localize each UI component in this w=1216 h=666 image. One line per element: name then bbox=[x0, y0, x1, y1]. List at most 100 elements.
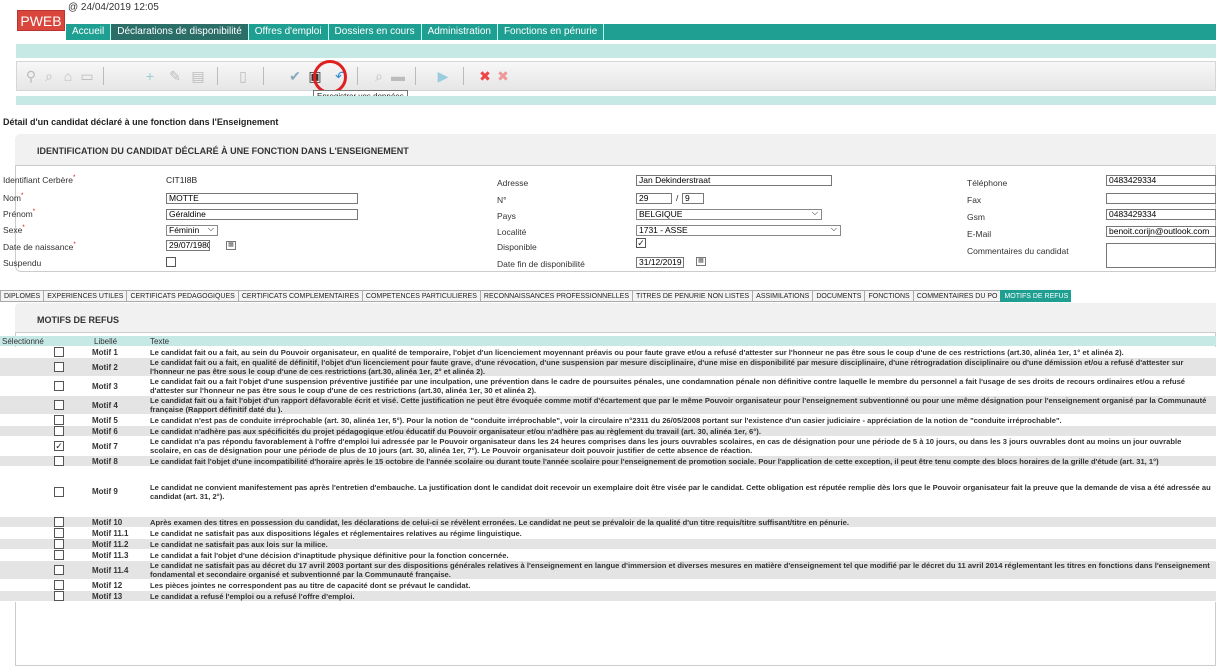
motif-text: Le candidat a refusé l'emploi ou a refus… bbox=[150, 591, 355, 601]
gsm-field[interactable]: 0483429334 bbox=[1106, 209, 1216, 220]
close-icon[interactable]: ✖ bbox=[477, 68, 493, 84]
search-icon[interactable]: ⌕ bbox=[41, 68, 57, 84]
tab-diplomes[interactable]: DIPLOMES bbox=[0, 290, 44, 302]
binoculars-icon[interactable]: ⚲ bbox=[23, 68, 39, 84]
document-icon[interactable]: ▭ bbox=[79, 68, 95, 84]
label-suspendu: Suspendu bbox=[3, 258, 42, 268]
motif-label: Motif 12 bbox=[92, 580, 123, 590]
boite-field[interactable]: 9 bbox=[682, 193, 704, 204]
table-row: Motif 6 Le candidat n'adhère pas aux spéc… bbox=[0, 426, 1216, 437]
fax-field[interactable] bbox=[1106, 193, 1216, 204]
table-row: Motif 11.3 Le candidat a fait l'objet d'u… bbox=[0, 550, 1216, 561]
motif-checkbox[interactable] bbox=[54, 517, 64, 527]
tab-certificats-complementaires[interactable]: CERTIFICATS COMPLEMENTAIRES bbox=[237, 290, 362, 302]
naissance-field[interactable]: 29/07/1980 bbox=[166, 240, 210, 251]
motif-checkbox[interactable]: ✓ bbox=[54, 441, 64, 451]
app-logo[interactable]: PWEB bbox=[17, 10, 65, 31]
label-fin-dispo: Date fin de disponibilité bbox=[497, 259, 585, 269]
toolbar-separator bbox=[357, 67, 358, 85]
label-sexe: Sexe* bbox=[3, 225, 25, 235]
prenom-field[interactable]: Géraldine bbox=[166, 209, 358, 220]
adresse-field[interactable]: Jan Dekinderstraat bbox=[636, 175, 832, 186]
fin-dispo-field[interactable]: 31/12/2019 bbox=[636, 257, 684, 268]
motif-checkbox[interactable] bbox=[54, 539, 64, 549]
sexe-select[interactable]: Féminin bbox=[166, 225, 218, 236]
row-select-cell bbox=[0, 415, 92, 425]
motif-checkbox[interactable] bbox=[54, 456, 64, 466]
nav-declarations[interactable]: Déclarations de disponibilité bbox=[111, 24, 249, 40]
motif-text: Le candidat n'est pas de conduite irrépr… bbox=[150, 415, 1062, 425]
motif-checkbox[interactable] bbox=[54, 415, 64, 425]
disponible-checkbox[interactable]: ✓ bbox=[636, 238, 646, 248]
add-icon[interactable]: + bbox=[142, 68, 158, 84]
delete-icon[interactable]: ▯ bbox=[235, 68, 251, 84]
motif-checkbox[interactable] bbox=[54, 426, 64, 436]
nav-fonctions-penurie[interactable]: Fonctions en pénurie bbox=[498, 24, 605, 40]
motif-checkbox[interactable] bbox=[54, 528, 64, 538]
commentaires-field[interactable] bbox=[1106, 243, 1216, 268]
tab-titres-penurie[interactable]: TITRES DE PENURIE NON LISTES bbox=[631, 290, 753, 302]
suspendu-checkbox[interactable] bbox=[166, 257, 176, 267]
motif-label: Motif 11.3 bbox=[92, 550, 129, 560]
table-row: Motif 1 Le candidat fait ou a fait, au se… bbox=[0, 347, 1216, 358]
motif-label: Motif 1 bbox=[92, 347, 118, 357]
nom-field[interactable]: MOTTE bbox=[166, 193, 358, 204]
label-prenom: Prénom* bbox=[3, 209, 36, 219]
motif-checkbox[interactable] bbox=[54, 580, 64, 590]
tab-commentaires-po[interactable]: COMMENTAIRES DU PO bbox=[912, 290, 1001, 302]
home-icon[interactable]: ⌂ bbox=[60, 68, 76, 84]
tab-competences[interactable]: COMPETENCES PARTICULIERES bbox=[361, 290, 480, 302]
motif-label: Motif 11.4 bbox=[92, 565, 129, 575]
nav-administration[interactable]: Administration bbox=[422, 24, 498, 40]
nav-offres[interactable]: Offres d'emploi bbox=[249, 24, 329, 40]
tab-assimilations[interactable]: ASSIMILATIONS bbox=[752, 290, 813, 302]
motif-text: Le candidat ne convient manifestement pa… bbox=[150, 482, 1211, 501]
pays-select[interactable]: BELGIQUE bbox=[636, 209, 822, 220]
nav-accueil[interactable]: Accueil bbox=[66, 24, 112, 40]
row-select-cell bbox=[0, 426, 92, 436]
row-select-cell bbox=[0, 486, 92, 497]
motif-checkbox[interactable] bbox=[54, 486, 64, 497]
tab-certificats-pedagogiques[interactable]: CERTIFICATS PEDAGOGIQUES bbox=[126, 290, 238, 302]
motif-checkbox[interactable] bbox=[54, 347, 64, 357]
content-band bbox=[16, 96, 1216, 105]
tab-reconnaissances[interactable]: RECONNAISSANCES PROFESSIONNELLES bbox=[479, 290, 632, 302]
check-icon[interactable]: ✔ bbox=[287, 68, 303, 84]
numero-separator: / bbox=[676, 193, 679, 203]
motif-label: Motif 9 bbox=[92, 487, 118, 496]
nav-dossiers[interactable]: Dossiers en cours bbox=[329, 24, 422, 40]
tab-motifs-refus[interactable]: MOTIFS DE REFUS bbox=[1000, 290, 1072, 302]
motif-checkbox[interactable] bbox=[54, 591, 64, 601]
motif-checkbox[interactable] bbox=[54, 362, 64, 372]
row-select-cell: ✓ bbox=[0, 441, 92, 451]
label-commentaires: Commentaires du candidat bbox=[967, 246, 1069, 256]
tab-fonctions[interactable]: FONCTIONS bbox=[864, 290, 913, 302]
label-email: E-Mail bbox=[967, 229, 992, 239]
motif-checkbox[interactable] bbox=[54, 400, 64, 410]
motif-checkbox[interactable] bbox=[54, 381, 64, 391]
tab-documents[interactable]: DOCUMENTS bbox=[812, 290, 865, 302]
motifs-table-header bbox=[0, 336, 1216, 346]
edit-icon[interactable]: ✎ bbox=[167, 68, 183, 84]
copy-icon[interactable]: ▤ bbox=[190, 68, 206, 84]
tab-experiences[interactable]: EXPERIENCES UTILES bbox=[43, 290, 127, 302]
calendar-icon[interactable]: ▦ bbox=[696, 257, 706, 266]
label-numero: N° bbox=[497, 195, 507, 205]
motif-text: Le candidat a fait l'objet d'une décisio… bbox=[150, 550, 509, 560]
toolbar-separator bbox=[217, 67, 218, 85]
table-row: Motif 8 Le candidat fait l'objet d'une in… bbox=[0, 456, 1216, 467]
print-icon[interactable]: ▬ bbox=[390, 68, 406, 84]
motif-checkbox[interactable] bbox=[54, 550, 64, 560]
row-select-cell bbox=[0, 456, 92, 466]
zoom-icon[interactable]: ⌕ bbox=[371, 68, 387, 84]
calendar-icon[interactable]: ▦ bbox=[226, 241, 236, 250]
numero-field[interactable]: 29 bbox=[636, 193, 672, 204]
main-nav: Accueil Déclarations de disponibilité Of… bbox=[66, 24, 1216, 40]
close-all-icon[interactable]: ✖ bbox=[495, 68, 511, 84]
localite-select[interactable]: 1731 - ASSE bbox=[636, 225, 841, 236]
motif-checkbox[interactable] bbox=[54, 565, 64, 575]
play-icon[interactable]: ▶ bbox=[435, 68, 451, 84]
telephone-field[interactable]: 0483429334 bbox=[1106, 175, 1216, 186]
row-select-cell bbox=[0, 591, 92, 601]
email-field[interactable]: benoit.corijn@outlook.com bbox=[1106, 226, 1216, 237]
